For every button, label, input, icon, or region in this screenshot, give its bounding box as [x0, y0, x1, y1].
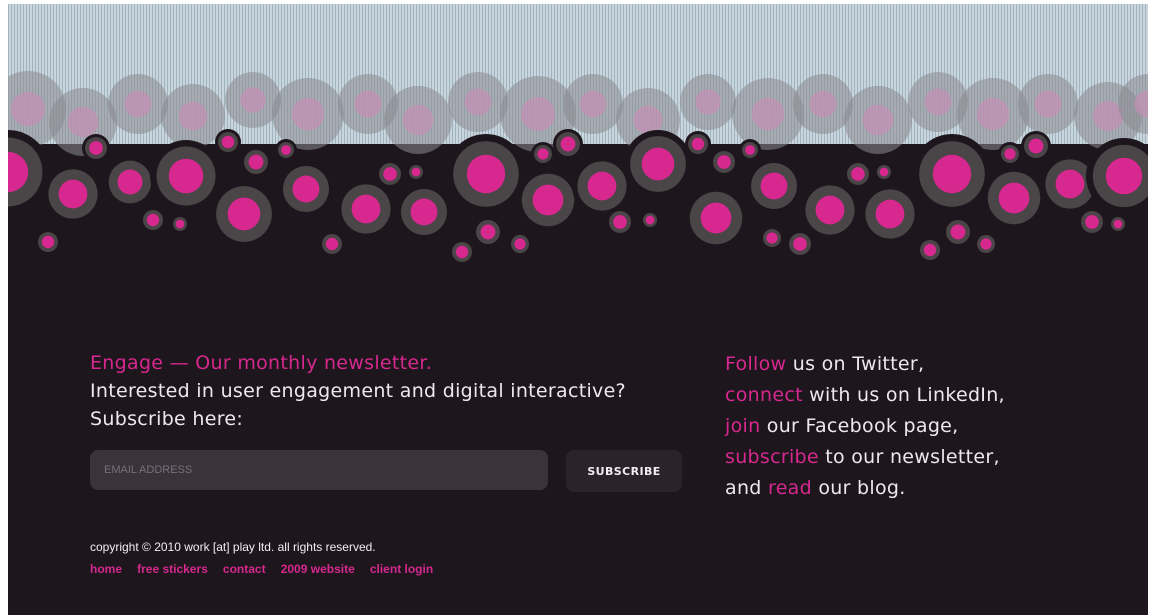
email-field[interactable] [90, 450, 548, 490]
footer: copyright © 2010 work [at] play ltd. all… [90, 539, 590, 577]
newsletter-signup-form: SUBSCRIBE [90, 450, 690, 492]
twitter-link[interactable]: Follow [725, 353, 786, 375]
footer-link-home[interactable]: home [90, 562, 122, 576]
social-line-newsletter: subscribe to our newsletter, [725, 446, 1000, 468]
social-line-twitter: Follow us on Twitter, [725, 353, 925, 375]
newsletter-title: Engage — Our monthly newsletter. [90, 352, 433, 374]
newsletter-link[interactable]: subscribe [725, 446, 819, 468]
footer-link-client-login[interactable]: client login [370, 562, 433, 576]
blog-link[interactable]: read [768, 477, 812, 499]
linkedin-link[interactable]: connect [725, 384, 803, 406]
subscribe-button[interactable]: SUBSCRIBE [566, 450, 682, 492]
newsletter-intro: Interested in user engagement and digita… [90, 380, 626, 402]
bubbles-header-illustration [8, 4, 1148, 272]
copyright-text: copyright © 2010 work [at] play ltd. all… [90, 540, 376, 554]
footer-link-free-stickers[interactable]: free stickers [137, 562, 208, 576]
newsletter-section: Engage — Our monthly newsletter. Interes… [90, 349, 710, 492]
social-line-blog: and read our blog. [725, 477, 906, 499]
facebook-link[interactable]: join [725, 415, 760, 437]
social-line-facebook: join our Facebook page, [725, 415, 959, 437]
social-line-linkedin: connect with us on LinkedIn, [725, 384, 1005, 406]
newsletter-cta: Subscribe here: [90, 408, 244, 430]
footer-link-contact[interactable]: contact [223, 562, 266, 576]
footer-link-2009-website[interactable]: 2009 website [281, 562, 355, 576]
page-background: Engage — Our monthly newsletter. Interes… [8, 4, 1148, 615]
social-links-section: Follow us on Twitter, connect with us on… [725, 349, 1125, 504]
footer-nav: home free stickers contact 2009 website … [90, 558, 590, 577]
